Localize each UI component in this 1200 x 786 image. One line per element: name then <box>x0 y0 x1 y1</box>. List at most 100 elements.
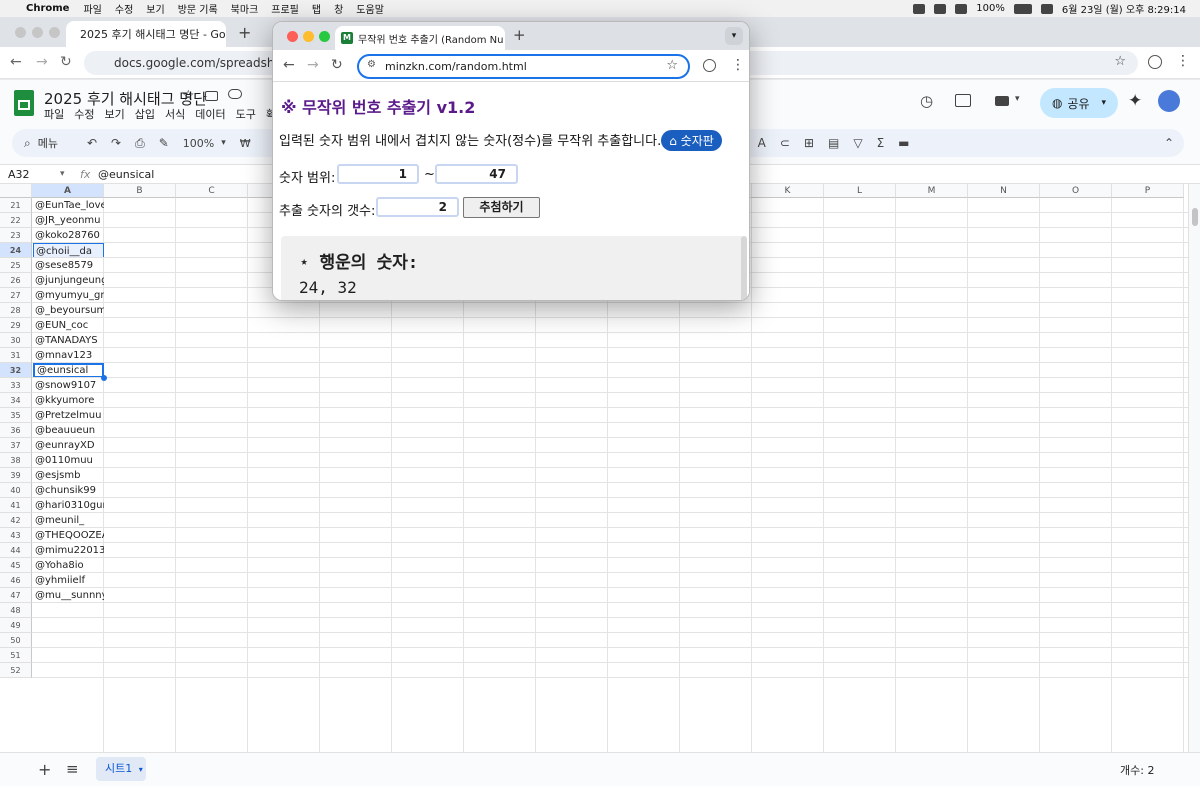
insert-chart-icon[interactable]: ▤ <box>828 136 839 150</box>
history-icon[interactable]: ◷ <box>920 92 933 110</box>
filter-icon[interactable]: ▽ <box>853 136 862 150</box>
sheets-menu-item[interactable]: 서식 <box>165 106 185 122</box>
draw-button[interactable]: 추첨하기 <box>463 197 540 218</box>
new-tab-icon[interactable]: + <box>513 26 526 44</box>
row-header[interactable]: 47 <box>0 588 32 603</box>
zoom-select[interactable]: 100% <box>183 137 214 150</box>
cell-a[interactable] <box>33 663 104 678</box>
cell-a[interactable]: @eunrayXD <box>33 438 104 453</box>
menubar-item[interactable]: 방문 기록 <box>178 1 218 16</box>
row-header[interactable]: 24 <box>0 243 32 258</box>
reload-icon[interactable]: ↻ <box>60 54 72 70</box>
column-header[interactable]: K <box>752 184 824 198</box>
text-color-icon[interactable]: A <box>758 136 766 150</box>
column-header[interactable]: O <box>1040 184 1112 198</box>
column-header[interactable]: M <box>896 184 968 198</box>
menubar-item[interactable]: 보기 <box>146 1 164 16</box>
paint-format-icon[interactable]: ✎ <box>159 136 169 150</box>
row-header[interactable]: 28 <box>0 303 32 318</box>
row-header[interactable]: 48 <box>0 603 32 618</box>
meet-dropdown-icon[interactable]: ▾ <box>1015 94 1020 104</box>
row-header[interactable]: 39 <box>0 468 32 483</box>
column-header[interactable]: N <box>968 184 1040 198</box>
functions-icon[interactable]: Σ <box>877 136 885 150</box>
undo-icon[interactable]: ↶ <box>87 136 97 150</box>
menubar-item[interactable]: 파일 <box>83 1 101 16</box>
cell-a[interactable]: @EunTae_love <box>33 198 104 213</box>
status-icon[interactable] <box>913 3 926 14</box>
menubar-item[interactable]: 탭 <box>312 1 321 16</box>
row-header[interactable]: 21 <box>0 198 32 213</box>
vertical-scrollbar[interactable] <box>1188 184 1200 752</box>
cell-a[interactable]: @mu__sunnny <box>33 588 104 603</box>
input-tools-icon[interactable]: ▬ <box>898 136 909 150</box>
row-header[interactable]: 45 <box>0 558 32 573</box>
tab-sheets[interactable]: 2025 후기 해시태그 명단 - Goog <box>66 21 226 47</box>
row-header[interactable]: 34 <box>0 393 32 408</box>
search-icon[interactable]: ⌕ <box>24 136 31 151</box>
forward-arrow-icon[interactable]: → <box>36 54 48 70</box>
window-close-button[interactable] <box>15 27 26 38</box>
fill-handle[interactable] <box>101 375 107 381</box>
window-close-button[interactable] <box>287 31 298 42</box>
cell-a[interactable]: @hari0310gum616 <box>33 498 104 513</box>
tab-random-number[interactable]: M 무작위 번호 추출기 (Random Nu <box>335 26 505 50</box>
row-header[interactable]: 50 <box>0 633 32 648</box>
cell-a[interactable]: @Pretzelmuu <box>33 408 104 423</box>
insert-comment-icon[interactable]: ⊞ <box>804 136 814 150</box>
sheets-menu-item[interactable]: 삽입 <box>135 106 155 122</box>
cell-a[interactable] <box>33 648 104 663</box>
row-header[interactable]: 42 <box>0 513 32 528</box>
cell-a[interactable]: @snow9107 <box>33 378 104 393</box>
sheets-menu-item[interactable]: 파일 <box>44 106 64 122</box>
sheets-menu-item[interactable]: 도구 <box>236 106 256 122</box>
menubar-app-name[interactable]: Chrome <box>26 3 69 14</box>
row-header[interactable]: 41 <box>0 498 32 513</box>
menubar-clock[interactable]: 6월 23일 (월) 오후 8:29:14 <box>1062 1 1186 16</box>
scrollbar-thumb[interactable] <box>1192 208 1198 226</box>
row-header[interactable]: 40 <box>0 483 32 498</box>
battery-icon[interactable] <box>1013 3 1032 14</box>
sheets-menu-item[interactable]: 데이터 <box>195 106 225 122</box>
row-header[interactable]: 51 <box>0 648 32 663</box>
sheets-menu-item[interactable]: 보기 <box>105 106 125 122</box>
back-arrow-icon[interactable]: ← <box>10 54 22 70</box>
window-zoom-button[interactable] <box>49 27 60 38</box>
menubar-item[interactable]: 도움말 <box>356 1 384 16</box>
row-header[interactable]: 31 <box>0 348 32 363</box>
bookmark-star-icon[interactable]: ☆ <box>666 58 678 73</box>
row-header[interactable]: 35 <box>0 408 32 423</box>
row-header[interactable]: 38 <box>0 453 32 468</box>
currency-format-button[interactable]: ₩ <box>240 137 251 150</box>
sheet-tab-dropdown-icon[interactable]: ▾ <box>139 765 143 774</box>
cell-a[interactable]: @0110muu <box>33 453 104 468</box>
row-header[interactable]: 23 <box>0 228 32 243</box>
row-header[interactable]: 37 <box>0 438 32 453</box>
row-header[interactable]: 44 <box>0 543 32 558</box>
column-header[interactable]: L <box>824 184 896 198</box>
cell-a[interactable]: @choii__da <box>33 243 104 258</box>
profile-icon[interactable] <box>703 59 716 72</box>
cell-a[interactable]: @Yoha8io <box>33 558 104 573</box>
all-sheets-icon[interactable]: ≡ <box>66 760 79 778</box>
cell-a[interactable]: @eunsical <box>33 363 104 378</box>
column-header[interactable]: P <box>1112 184 1184 198</box>
row-header[interactable]: 26 <box>0 273 32 288</box>
menu-search[interactable]: 메뉴 <box>38 135 58 151</box>
forward-arrow-icon[interactable]: → <box>307 57 319 73</box>
new-tab-icon[interactable]: + <box>238 23 251 42</box>
selection-count[interactable]: 개수: 2 <box>1120 762 1154 778</box>
move-folder-icon[interactable] <box>205 91 218 101</box>
sheets-menu-item[interactable]: 수정 <box>74 106 94 122</box>
sheets-logo-icon[interactable] <box>14 90 34 116</box>
cell-a[interactable]: @kkyumore <box>33 393 104 408</box>
cell-a[interactable]: @sese8579 <box>33 258 104 273</box>
cell-a[interactable]: @esjsmb <box>33 468 104 483</box>
row-header[interactable]: 32 <box>0 363 32 378</box>
site-info-icon[interactable]: ⚙ <box>367 59 376 70</box>
row-header[interactable]: 29 <box>0 318 32 333</box>
cell-a[interactable]: @TANADAYS <box>33 333 104 348</box>
gemini-icon[interactable]: ✦ <box>1128 91 1142 111</box>
popup-address-bar[interactable]: ⚙ minzkn.com/random.html ☆ <box>357 54 690 79</box>
row-header[interactable]: 36 <box>0 423 32 438</box>
